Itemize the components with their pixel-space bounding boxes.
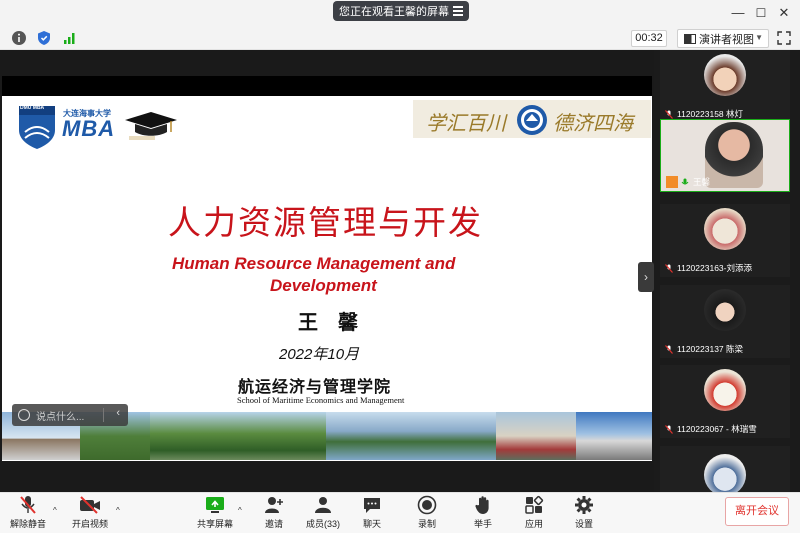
photo-park xyxy=(150,412,326,460)
chat-button[interactable]: 聊天 xyxy=(358,495,386,531)
members-button[interactable]: 成员(33) xyxy=(302,495,344,531)
unmute-button[interactable]: 解除静音 xyxy=(8,495,48,531)
slide-title-zh: 人力资源管理与开发 xyxy=(168,203,483,242)
participant-tile[interactable]: 1120223163-刘添添 xyxy=(660,204,790,277)
avatar xyxy=(704,208,746,250)
avatar xyxy=(704,369,746,411)
fullscreen-icon[interactable] xyxy=(776,30,792,46)
chevron-up-icon[interactable]: ^ xyxy=(238,506,242,515)
mba-logo-text: MBA xyxy=(62,116,116,141)
slide-title-en-line1: Human Resource Management and xyxy=(172,254,456,273)
chevron-up-icon[interactable]: ^ xyxy=(53,506,57,515)
participant-name: 王馨 xyxy=(666,176,710,188)
participant-tile[interactable] xyxy=(660,446,790,496)
layout-icon xyxy=(684,33,696,44)
collapse-rail-button[interactable]: › xyxy=(638,262,654,292)
participant-name: 1120223067 - 林瑞雪 xyxy=(665,423,757,435)
maximize-button[interactable]: ☐ xyxy=(752,4,770,22)
university-emblem xyxy=(517,105,547,135)
chevron-down-icon: ▼ xyxy=(755,33,763,42)
graduation-cap-icon xyxy=(125,112,177,140)
chat-quick-input[interactable]: 说点什么... ‹ xyxy=(12,404,128,426)
slide-date: 2022年10月 xyxy=(279,346,360,363)
mic-muted-icon xyxy=(665,263,673,273)
slide-title-en-line2: Development xyxy=(270,276,377,295)
mic-muted-icon xyxy=(665,424,673,434)
speaker-video xyxy=(705,122,763,188)
screen-share-indicator[interactable]: 您正在观看王馨的屏幕 xyxy=(333,1,469,21)
view-mode-dropdown[interactable]: 演讲者视图 ▼ xyxy=(677,29,769,48)
chevron-up-icon[interactable]: ^ xyxy=(116,506,120,515)
members-icon xyxy=(315,497,331,513)
calligraphy-right: 德济四海 xyxy=(553,111,633,135)
apps-button[interactable]: 应用 xyxy=(520,495,548,531)
camera-off-icon xyxy=(80,496,100,514)
mic-active-icon xyxy=(681,178,689,184)
leave-meeting-button[interactable]: 离开会议 xyxy=(725,497,789,526)
settings-button[interactable]: 设置 xyxy=(570,495,598,531)
host-icon xyxy=(666,176,678,188)
view-mode-label: 演讲者视图 xyxy=(699,33,754,46)
slide-school-en: School of Maritime Economics and Managem… xyxy=(237,395,405,405)
meeting-control-bar xyxy=(0,492,800,533)
shield-icon[interactable] xyxy=(36,30,52,46)
record-button[interactable]: 录制 xyxy=(413,495,441,531)
divider xyxy=(103,408,104,422)
avatar xyxy=(704,54,746,96)
mic-muted-icon xyxy=(20,496,36,514)
info-icon[interactable] xyxy=(11,30,27,46)
invite-button[interactable]: 邀请 xyxy=(258,495,290,531)
calligraphy-left: 学汇百川 xyxy=(426,111,506,135)
mic-muted-icon xyxy=(665,109,673,119)
chat-placeholder: 说点什么... xyxy=(36,411,85,423)
apps-icon xyxy=(525,495,544,514)
mic-muted-icon xyxy=(665,344,673,354)
start-video-button[interactable]: 开启视频 xyxy=(68,495,112,531)
screen-share-text: 您正在观看王馨的屏幕 xyxy=(339,6,449,18)
photo-building xyxy=(496,412,576,460)
participant-name: 1120223137 陈梁 xyxy=(665,343,743,355)
share-screen-icon xyxy=(206,497,224,513)
signal-strength-icon[interactable] xyxy=(61,30,77,46)
participant-tile[interactable]: 1120223137 陈梁 xyxy=(660,285,790,358)
close-button[interactable]: ✕ xyxy=(775,4,793,22)
photo-lake xyxy=(326,412,496,460)
dmu-label: DMU MBA xyxy=(20,105,45,111)
participant-tile-active-speaker[interactable]: 王馨 xyxy=(660,119,790,192)
invite-icon xyxy=(265,497,283,513)
avatar xyxy=(704,289,746,331)
participant-tile[interactable]: 1120223067 - 林瑞雪 xyxy=(660,365,790,438)
slide-author: 王 馨 xyxy=(298,310,358,334)
meeting-timer: 00:32 xyxy=(631,30,667,47)
slide-school-zh: 航运经济与管理学院 xyxy=(238,377,392,396)
minimize-button[interactable]: — xyxy=(729,4,747,22)
menu-icon[interactable] xyxy=(453,6,463,18)
raise-hand-button[interactable]: 举手 xyxy=(468,495,498,531)
participant-tile[interactable]: 1120223158 林灯 xyxy=(660,50,790,123)
photo-tower xyxy=(576,412,652,460)
avatar xyxy=(704,454,746,496)
raise-hand-icon xyxy=(475,496,489,514)
gear-icon xyxy=(575,496,593,514)
chat-icon xyxy=(364,498,380,513)
chevron-left-icon[interactable]: ‹ xyxy=(116,407,120,419)
slide-top-band xyxy=(2,76,652,96)
participant-name: 1120223163-刘添添 xyxy=(665,262,752,274)
emoji-icon[interactable] xyxy=(18,409,30,421)
share-screen-button[interactable]: 共享屏幕 xyxy=(195,495,235,531)
record-icon xyxy=(417,495,437,515)
